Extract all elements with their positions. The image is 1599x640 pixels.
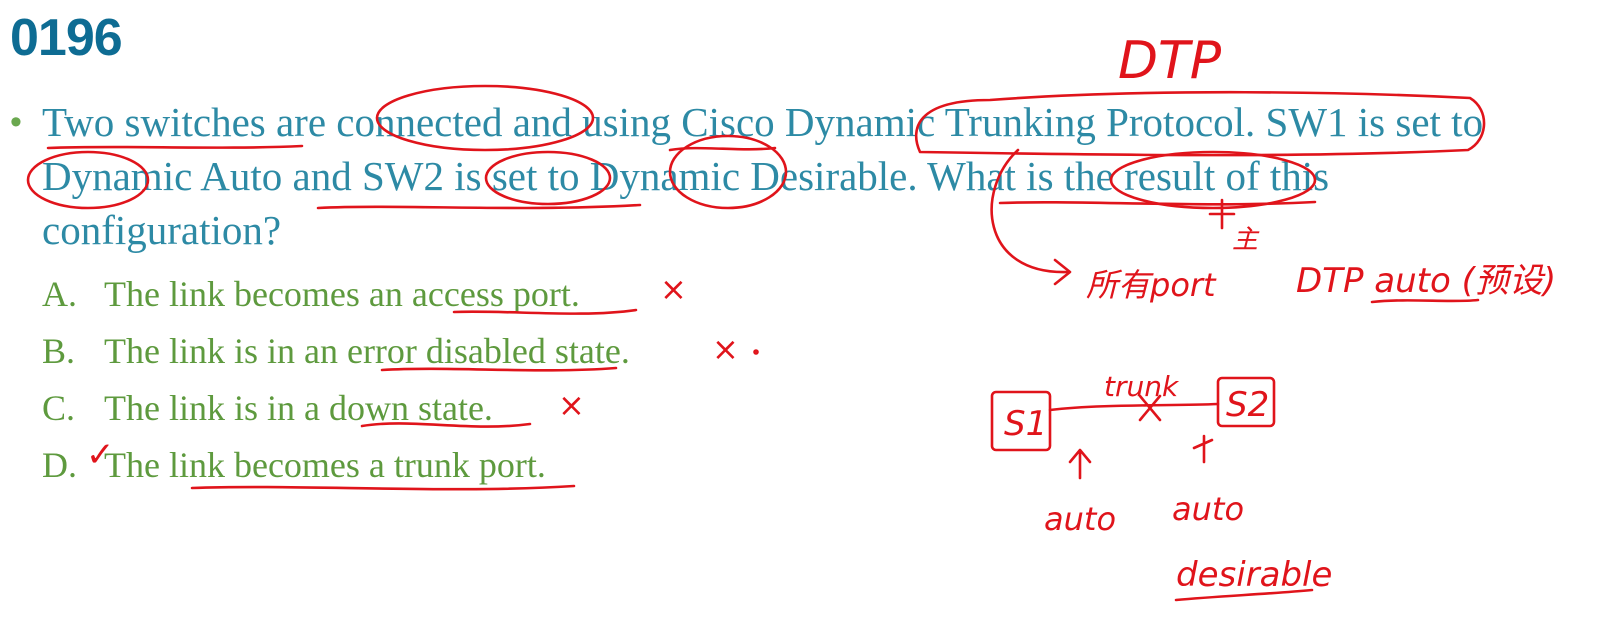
option-text: The link is in an error disabled state. bbox=[104, 331, 630, 371]
annotation-dtp-auto: DTP auto (预设) bbox=[1296, 261, 1556, 301]
switch-label-right: S2 bbox=[1226, 385, 1269, 425]
link-line bbox=[1048, 402, 1220, 412]
pointer-right bbox=[1192, 434, 1214, 464]
underline-desirable-note bbox=[1174, 588, 1314, 602]
mode-right-alt: desirable bbox=[1176, 555, 1332, 595]
mark-wrong-b: × bbox=[712, 330, 739, 368]
arrow-head bbox=[1053, 258, 1072, 286]
dot-b bbox=[753, 349, 759, 355]
option-letter: A. bbox=[42, 274, 77, 314]
option-b: B. The link is in an error disabled state… bbox=[42, 323, 630, 380]
switch-box-left bbox=[990, 390, 1052, 452]
mode-left: auto bbox=[1044, 500, 1116, 538]
annotation-dtp-header: DTP bbox=[1118, 31, 1222, 91]
option-text: The link becomes an access port. bbox=[104, 274, 580, 314]
option-a: A. The link becomes an access port. bbox=[42, 266, 630, 323]
option-letter: B. bbox=[42, 331, 76, 371]
option-text: The link becomes a trunk port. bbox=[104, 445, 546, 485]
slide: 0196 • Two switches are connected and us… bbox=[0, 0, 1599, 640]
option-d: D. The link becomes a trunk port. bbox=[42, 437, 630, 494]
option-letter: D. bbox=[42, 445, 77, 485]
switch-label-left: S1 bbox=[1004, 404, 1047, 444]
underline-auto-default bbox=[1370, 298, 1480, 304]
link-cross bbox=[1138, 394, 1162, 422]
mark-wrong-a: × bbox=[660, 270, 687, 308]
option-letter: C. bbox=[42, 388, 76, 428]
mode-right: auto bbox=[1172, 490, 1244, 528]
option-text: The link is in a down state. bbox=[104, 388, 493, 428]
question-text: Two switches are connected and using Cis… bbox=[42, 99, 1484, 253]
switch-box-right bbox=[1216, 376, 1276, 428]
answer-options: A. The link becomes an access port. B. The… bbox=[42, 266, 630, 494]
pointer-left bbox=[1068, 448, 1092, 480]
option-c: C. The link is in a down state. bbox=[42, 380, 630, 437]
slide-title: 0196 bbox=[10, 9, 123, 67]
annotation-all-ports: 所有port bbox=[1086, 266, 1217, 304]
question-bullet: • bbox=[10, 103, 22, 141]
link-label: trunk bbox=[1104, 370, 1180, 403]
